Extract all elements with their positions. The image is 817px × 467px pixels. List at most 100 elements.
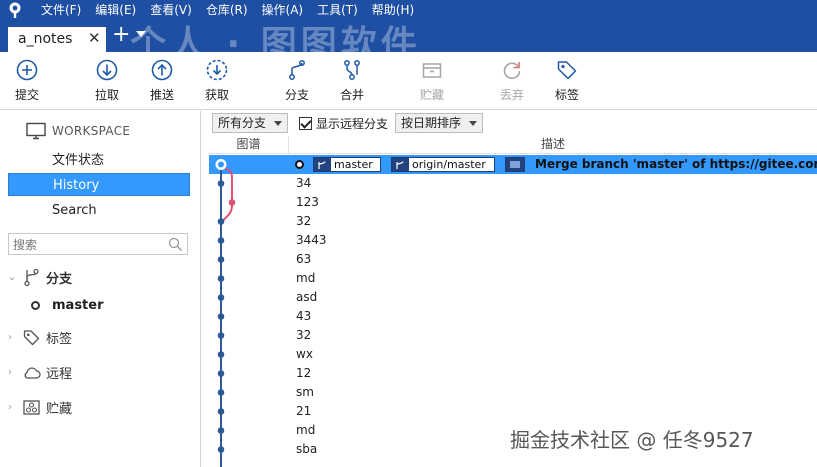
- chevron-right-icon[interactable]: ›: [8, 332, 20, 343]
- menu-bar: 文件(F) 编辑(E) 查看(V) 仓库(R) 操作(A) 工具(T) 帮助(H…: [34, 0, 421, 21]
- chevron-down-icon: [274, 121, 282, 126]
- push-icon: [151, 59, 173, 81]
- graph-node: [217, 446, 225, 453]
- group-remotes-label: 远程: [46, 366, 73, 382]
- commit-row[interactable]: 21: [209, 402, 817, 421]
- commit-message: asd: [296, 290, 318, 304]
- branch-ref-icon: [314, 158, 331, 171]
- commit-row[interactable]: 32: [209, 212, 817, 231]
- stash-button[interactable]: 贮藏: [410, 58, 454, 103]
- graph-node: [217, 275, 225, 282]
- sort-order-dropdown[interactable]: 按日期排序: [395, 113, 483, 133]
- ref-overflow-icon[interactable]: [505, 157, 525, 172]
- branch-filter-dropdown[interactable]: 所有分支: [212, 113, 288, 133]
- commit-row[interactable]: asd: [209, 288, 817, 307]
- current-branch-icon: [31, 300, 40, 310]
- sidebar-item-file-status[interactable]: 文件状态: [8, 149, 190, 172]
- commit-graph: [215, 159, 236, 467]
- commit-row[interactable]: 3443: [209, 231, 817, 250]
- fetch-button[interactable]: 获取: [195, 58, 239, 103]
- group-branches[interactable]: ⌄ 分支: [8, 266, 72, 288]
- sourcetree-logo-icon: [9, 2, 21, 18]
- search-input[interactable]: [13, 236, 163, 253]
- commit-message: 63: [296, 252, 312, 266]
- sidebar-item-search[interactable]: Search: [8, 199, 190, 222]
- sidebar-search: [8, 233, 188, 255]
- column-header: 图谱 描述: [209, 136, 817, 154]
- menu-view[interactable]: 查看(V): [143, 0, 199, 21]
- tab-close-icon[interactable]: ✕: [88, 29, 101, 47]
- group-tags-label: 标签: [46, 331, 73, 347]
- commit-row[interactable]: 123: [209, 193, 817, 212]
- discard-button[interactable]: 丢弃: [490, 58, 534, 103]
- tab-strip: 个人 · 图图软件 a_notes ✕ +: [0, 21, 817, 52]
- column-graph[interactable]: 图谱: [209, 136, 289, 154]
- commit-row[interactable]: 32: [209, 326, 817, 345]
- commit-row[interactable]: 12: [209, 364, 817, 383]
- stash-icon: [422, 63, 442, 78]
- chevron-down-icon[interactable]: ⌄: [8, 272, 20, 283]
- commit-row[interactable]: wx: [209, 345, 817, 364]
- commit-row[interactable]: 63: [209, 250, 817, 269]
- commit-message: 32: [296, 328, 312, 342]
- menu-file[interactable]: 文件(F): [34, 0, 88, 21]
- pull-button[interactable]: 拉取: [85, 58, 129, 103]
- show-remote-branches-checkbox[interactable]: 显示远程分支: [299, 115, 388, 132]
- group-branches-label: 分支: [46, 271, 73, 287]
- graph-node: [228, 199, 236, 206]
- group-remotes[interactable]: › 远程: [8, 361, 72, 383]
- commit-row[interactable]: 43: [209, 307, 817, 326]
- sidebar-branch-master[interactable]: master: [31, 296, 104, 314]
- tab-label: a_notes: [18, 31, 73, 47]
- graph-node: [217, 351, 225, 358]
- column-description[interactable]: 描述: [289, 136, 817, 154]
- commit-row[interactable]: sm: [209, 383, 817, 402]
- sidebar: WORKSPACE 文件状态 History Search ⌄ 分支 maste…: [0, 111, 201, 467]
- tab-repository[interactable]: a_notes ✕: [8, 27, 106, 52]
- workspace-label: WORKSPACE: [52, 124, 131, 138]
- commit-row[interactable]: master origin/master Merge branch 'maste…: [209, 155, 817, 174]
- tag-icon: [23, 329, 40, 345]
- cloud-icon: [24, 366, 41, 379]
- push-button[interactable]: 推送: [140, 58, 184, 103]
- menu-actions[interactable]: 操作(A): [255, 0, 311, 21]
- graph-merge-line: [221, 167, 234, 223]
- graph-node: [217, 389, 225, 396]
- branch-filter-value: 所有分支: [218, 116, 267, 130]
- commit-button[interactable]: 提交: [5, 58, 49, 103]
- chevron-down-icon: [469, 121, 477, 126]
- graph-node: [217, 237, 225, 244]
- merge-button[interactable]: 合并: [330, 58, 374, 103]
- checkbox-checked-icon[interactable]: [299, 117, 312, 130]
- chevron-right-icon[interactable]: ›: [8, 402, 20, 413]
- menu-edit[interactable]: 编辑(E): [88, 0, 143, 21]
- ref-label-origin-master[interactable]: origin/master: [391, 157, 495, 172]
- toolbar: 提交 拉取 推送 获取 分支 合并 贮藏 丢弃 标签: [0, 52, 817, 110]
- commit-row[interactable]: md: [209, 269, 817, 288]
- graph-node: [217, 180, 225, 187]
- graph-node: [217, 218, 225, 225]
- new-tab-icon[interactable]: +: [112, 22, 130, 48]
- fetch-icon: [206, 59, 228, 81]
- commit-icon: [16, 59, 38, 81]
- commit-message: wx: [296, 347, 313, 361]
- group-tags[interactable]: › 标签: [8, 326, 72, 348]
- menu-tools[interactable]: 工具(T): [310, 0, 365, 21]
- tag-button[interactable]: 标签: [545, 58, 589, 103]
- commit-row[interactable]: 34: [209, 174, 817, 193]
- group-stashes[interactable]: › 贮藏: [8, 396, 72, 418]
- branch-icon: [24, 268, 39, 286]
- chevron-right-icon[interactable]: ›: [8, 367, 20, 378]
- search-icon[interactable]: [168, 237, 183, 252]
- ref-label-master[interactable]: master: [313, 157, 381, 172]
- branch-button[interactable]: 分支: [275, 58, 319, 103]
- menu-help[interactable]: 帮助(H): [365, 0, 421, 21]
- sidebar-item-history[interactable]: History: [8, 173, 190, 196]
- commit-message: 123: [296, 195, 319, 209]
- tab-dropdown-icon[interactable]: [136, 31, 146, 37]
- commit-message: 12: [296, 366, 312, 380]
- group-stashes-label: 贮藏: [46, 401, 73, 417]
- menu-repository[interactable]: 仓库(R): [199, 0, 255, 21]
- graph-node: [217, 332, 225, 339]
- tag-icon: [557, 61, 577, 80]
